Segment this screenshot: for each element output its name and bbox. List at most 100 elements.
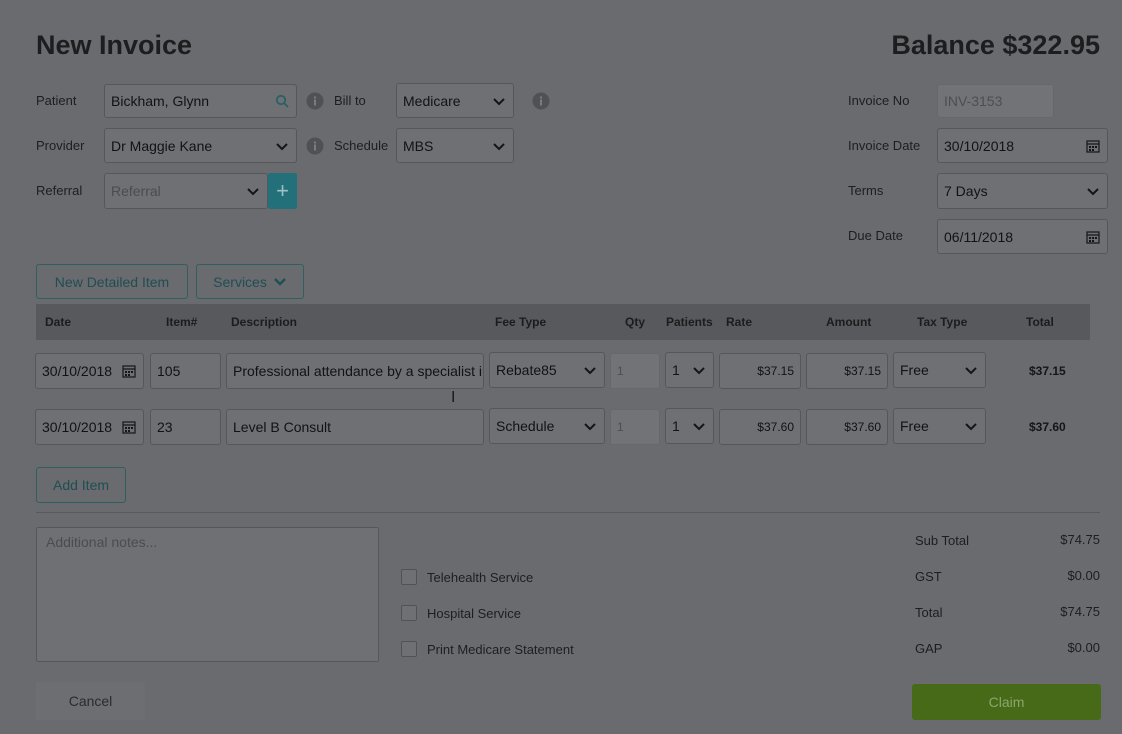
invoice-date-label: Invoice Date xyxy=(848,138,921,153)
gap-label: GAP xyxy=(915,641,943,656)
gst-label: GST xyxy=(915,569,942,584)
hospital-label: Hospital Service xyxy=(427,605,521,621)
terms-select[interactable]: 7 Days xyxy=(937,173,1108,209)
row-patients-select[interactable]: 1 xyxy=(665,408,714,444)
row-amount-value: $37.60 xyxy=(844,420,881,434)
due-date-label: Due Date xyxy=(848,228,903,243)
chevron-down-icon xyxy=(965,367,977,375)
calendar-icon[interactable] xyxy=(122,364,136,378)
info-icon[interactable] xyxy=(306,137,324,155)
add-item-button[interactable]: Add Item xyxy=(36,467,126,503)
calendar-icon[interactable] xyxy=(1086,139,1100,153)
referral-placeholder: Referral xyxy=(111,183,161,199)
info-icon[interactable] xyxy=(532,92,550,110)
row-description-input[interactable]: Level B Consult xyxy=(226,409,484,445)
row-rate-input[interactable]: $37.15 xyxy=(719,353,801,389)
patient-input[interactable]: Bickham, Glynn xyxy=(104,84,297,118)
info-icon[interactable] xyxy=(306,92,324,110)
row-date-value: 30/10/2018 xyxy=(42,363,113,379)
chevron-down-icon xyxy=(493,142,505,150)
print-statement-label: Print Medicare Statement xyxy=(427,641,574,657)
chevron-down-icon xyxy=(693,367,705,375)
calendar-icon[interactable] xyxy=(122,420,136,434)
claim-button[interactable]: Claim xyxy=(912,684,1101,720)
chevron-down-icon xyxy=(584,367,596,375)
due-date-field[interactable]: 06/11/2018 xyxy=(937,219,1108,254)
referral-select[interactable]: Referral xyxy=(104,173,268,209)
chevron-down-icon xyxy=(273,277,286,286)
chevron-down-icon xyxy=(965,423,977,431)
chevron-down-icon xyxy=(276,142,288,150)
row-date-field[interactable]: 30/10/2018 xyxy=(35,353,144,389)
row-rate-input[interactable]: $37.60 xyxy=(719,409,801,445)
row-description-value: Level B Consult xyxy=(233,419,332,435)
row-item-value: 105 xyxy=(157,363,181,379)
row-qty-value: 1 xyxy=(617,364,624,378)
gst-value: $0.00 xyxy=(1067,568,1100,583)
row-qty-field: 1 xyxy=(610,409,660,445)
row-tax-type-value: Free xyxy=(900,362,929,378)
col-description: Description xyxy=(231,315,298,329)
row-fee-type-select[interactable]: Schedule xyxy=(489,408,605,444)
services-button[interactable]: Services xyxy=(196,264,304,299)
text-cursor-icon: I xyxy=(451,389,456,406)
bill-to-value: Medicare xyxy=(403,92,461,109)
hospital-checkbox[interactable] xyxy=(401,605,417,621)
schedule-value: MBS xyxy=(403,137,434,154)
row-description-input[interactable]: Professional attendance by a specialist … xyxy=(226,353,484,389)
notes-textarea[interactable]: Additional notes... xyxy=(36,527,379,662)
telehealth-label: Telehealth Service xyxy=(427,569,534,585)
row-item-input[interactable]: 105 xyxy=(150,353,221,389)
col-fee-type: Fee Type xyxy=(495,315,547,329)
row-tax-type-select[interactable]: Free xyxy=(893,352,986,388)
provider-value: Dr Maggie Kane xyxy=(111,137,213,154)
col-rate: Rate xyxy=(726,315,753,329)
calendar-icon[interactable] xyxy=(1086,230,1100,244)
schedule-select[interactable]: MBS xyxy=(396,128,514,163)
invoice-date-field[interactable]: 30/10/2018 xyxy=(937,128,1108,163)
print-statement-checkbox-row[interactable]: Print Medicare Statement xyxy=(401,641,574,657)
page-title: New Invoice xyxy=(36,30,193,60)
bill-to-label: Bill to xyxy=(334,93,366,108)
telehealth-checkbox-row[interactable]: Telehealth Service xyxy=(401,569,533,585)
row-date-value: 30/10/2018 xyxy=(42,419,113,435)
row-fee-type-value: Schedule xyxy=(496,418,555,434)
row-patients-value: 1 xyxy=(672,362,680,378)
add-referral-button[interactable]: + xyxy=(268,173,297,209)
row-tax-type-value: Free xyxy=(900,418,929,434)
row-patients-select[interactable]: 1 xyxy=(665,352,714,388)
patient-label: Patient xyxy=(36,93,77,108)
invoice-no-value: INV-3153 xyxy=(944,93,1003,109)
row-fee-type-value: Rebate85 xyxy=(496,362,557,378)
notes-placeholder: Additional notes... xyxy=(46,534,158,550)
provider-select[interactable]: Dr Maggie Kane xyxy=(104,128,297,163)
patient-value: Bickham, Glynn xyxy=(111,93,210,109)
new-detailed-item-button[interactable]: New Detailed Item xyxy=(36,264,188,299)
invoice-date-value: 30/10/2018 xyxy=(944,137,1015,154)
row-amount-value: $37.15 xyxy=(844,364,881,378)
hospital-checkbox-row[interactable]: Hospital Service xyxy=(401,605,521,621)
telehealth-checkbox[interactable] xyxy=(401,569,417,585)
col-date: Date xyxy=(45,315,72,329)
row-item-input[interactable]: 23 xyxy=(150,409,221,445)
row-date-field[interactable]: 30/10/2018 xyxy=(35,409,144,445)
invoice-no-label: Invoice No xyxy=(848,93,910,108)
total-value: $74.75 xyxy=(1060,604,1100,619)
row-amount-input[interactable]: $37.60 xyxy=(806,409,888,445)
due-date-value: 06/11/2018 xyxy=(944,228,1014,245)
row-qty-value: 1 xyxy=(617,420,624,434)
search-icon[interactable] xyxy=(275,94,289,108)
print-statement-checkbox[interactable] xyxy=(401,641,417,657)
row-tax-type-select[interactable]: Free xyxy=(893,408,986,444)
terms-label: Terms xyxy=(848,183,884,198)
row-item-value: 23 xyxy=(157,419,173,435)
row-rate-value: $37.60 xyxy=(757,420,794,434)
table-header: Date Item# Description Fee Type Qty Pati… xyxy=(36,304,1090,340)
cancel-button[interactable]: Cancel xyxy=(36,682,145,720)
col-total: Total xyxy=(1026,315,1054,329)
plus-icon: + xyxy=(276,178,289,203)
row-amount-input[interactable]: $37.15 xyxy=(806,353,888,389)
row-fee-type-select[interactable]: Rebate85 xyxy=(489,352,605,388)
bill-to-select[interactable]: Medicare xyxy=(396,83,514,118)
row-patients-value: 1 xyxy=(672,418,680,434)
